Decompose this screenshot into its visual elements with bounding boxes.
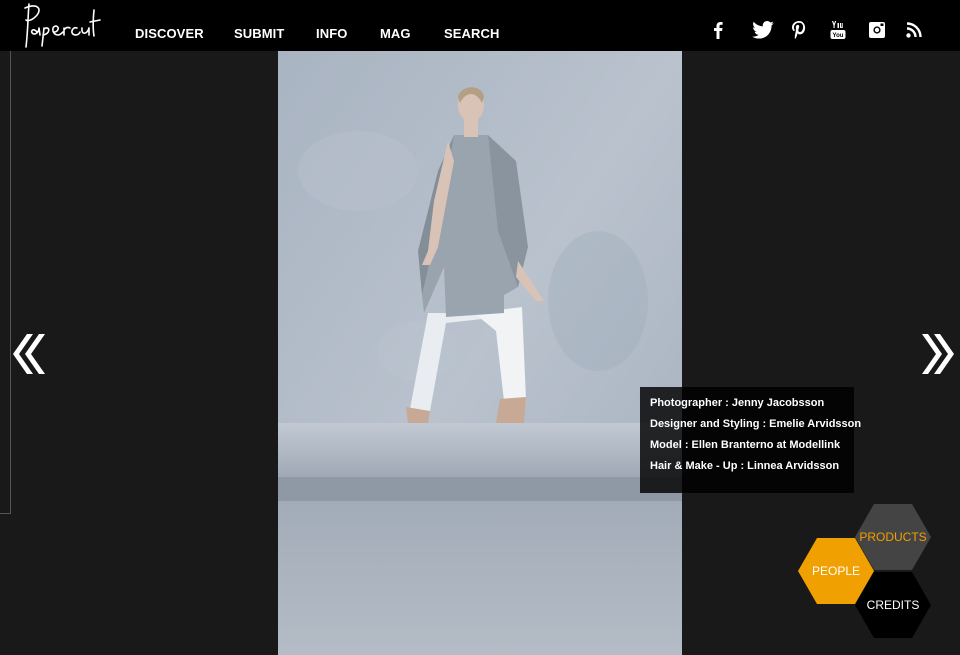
- nav-info[interactable]: INFO: [316, 26, 347, 41]
- nav-search[interactable]: SEARCH: [444, 26, 500, 41]
- rss-icon[interactable]: [903, 18, 925, 42]
- facebook-icon[interactable]: [707, 18, 729, 42]
- credit-photographer: Photographer : Jenny Jacobsson: [650, 397, 825, 409]
- credit-designer: Designer and Styling : Emelie Arvidsson: [650, 418, 862, 430]
- papercut-logo[interactable]: [20, 0, 112, 50]
- instagram-icon[interactable]: [866, 18, 888, 42]
- previous-arrow[interactable]: [7, 330, 47, 378]
- top-navigation-bar: DISCOVER SUBMIT INFO MAG SEARCH You: [0, 0, 960, 51]
- credit-model: Model : Ellen Branterno at Modellink: [650, 439, 841, 451]
- photo-credits-panel: Photographer : Jenny Jacobsson Designer …: [640, 387, 861, 493]
- fashion-photo: [278, 51, 682, 655]
- twitter-icon[interactable]: [752, 18, 774, 42]
- nav-mag[interactable]: MAG: [380, 26, 411, 41]
- pinterest-icon[interactable]: [788, 18, 810, 42]
- credit-hair-makeup: Hair & Make - Up : Linnea Arvidsson: [650, 460, 840, 472]
- youtube-icon[interactable]: You: [827, 18, 849, 42]
- side-panel-edge: [0, 51, 11, 514]
- nav-submit[interactable]: SUBMIT: [234, 26, 284, 41]
- svg-text:You: You: [833, 33, 844, 39]
- nav-discover[interactable]: DISCOVER: [135, 26, 204, 41]
- next-arrow[interactable]: [920, 330, 960, 378]
